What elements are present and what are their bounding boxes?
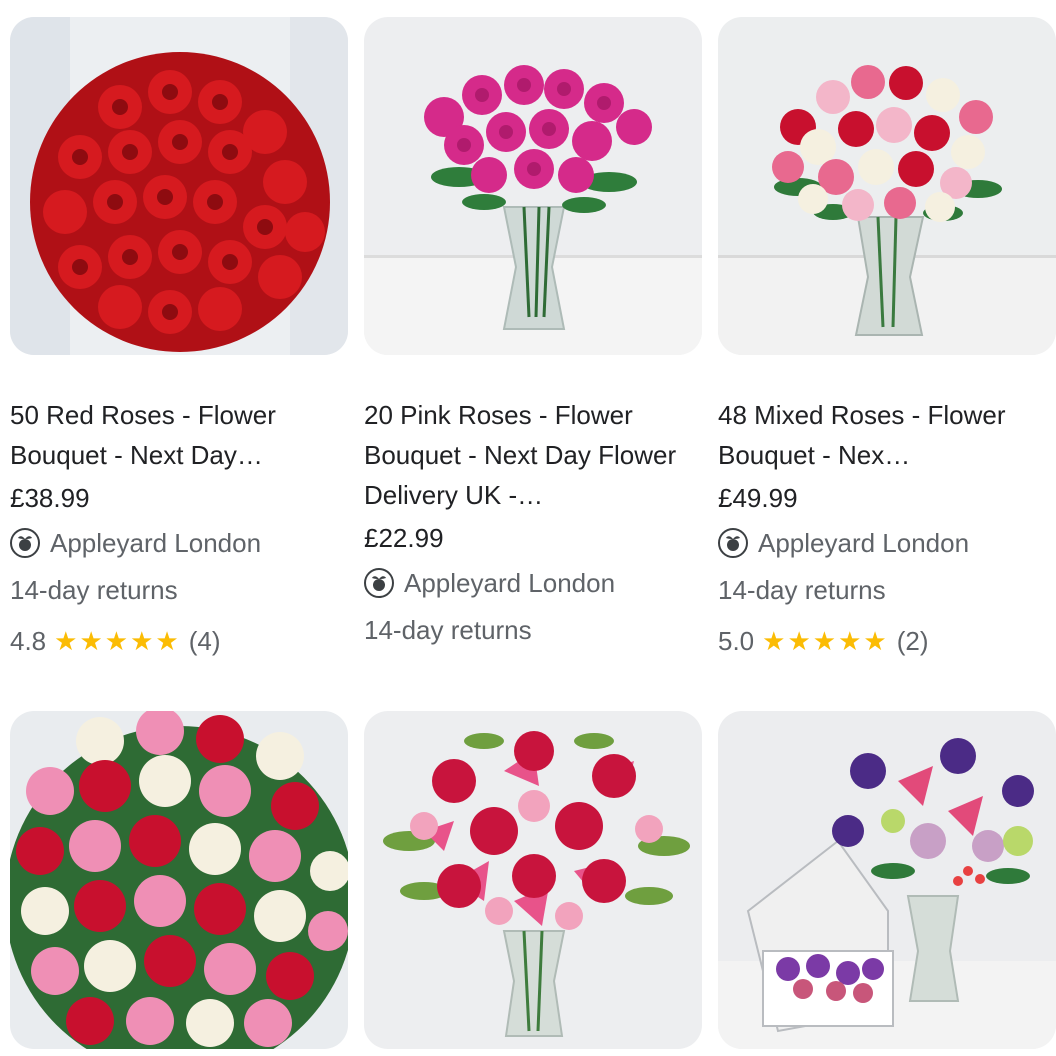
seller-name: Appleyard London bbox=[50, 527, 262, 558]
product-price: £38.99 bbox=[10, 483, 90, 513]
product-card[interactable] bbox=[364, 711, 702, 1049]
seller[interactable]: Appleyard London bbox=[364, 561, 702, 605]
review-count: (4) bbox=[188, 626, 221, 656]
seller-name: Appleyard London bbox=[758, 527, 970, 558]
product-image[interactable] bbox=[718, 17, 1056, 355]
star-rating-icon: ★★★★★ bbox=[762, 626, 889, 656]
lilies-and-roses-vase-image bbox=[364, 711, 702, 1049]
rating[interactable]: 5.0 ★★★★★ (2) bbox=[718, 615, 1056, 667]
returns-policy: 14-day returns bbox=[718, 575, 886, 605]
product-price: £22.99 bbox=[364, 523, 444, 553]
letterbox-flowers-vase-image bbox=[718, 711, 1056, 1049]
seller-logo-icon bbox=[718, 528, 748, 558]
product-image[interactable] bbox=[10, 17, 348, 355]
rating[interactable]: 4.8 ★★★★★ (4) bbox=[10, 615, 348, 667]
product-image[interactable] bbox=[364, 17, 702, 355]
star-rating-icon: ★★★★★ bbox=[54, 626, 181, 656]
rating-value: 5.0 bbox=[718, 626, 755, 656]
pink-red-white-roses-image bbox=[10, 711, 348, 1049]
pink-roses-vase-image bbox=[364, 17, 702, 355]
product-card[interactable]: 20 Pink Roses - Flower Bouquet - Next Da… bbox=[364, 17, 702, 655]
returns-policy: 14-day returns bbox=[10, 575, 178, 605]
product-image[interactable] bbox=[10, 711, 348, 1049]
product-price: £49.99 bbox=[718, 483, 798, 513]
review-count: (2) bbox=[896, 626, 929, 656]
returns-policy: 14-day returns bbox=[364, 615, 532, 645]
product-title[interactable]: 48 Mixed Roses - Flower Bouquet - Nex… bbox=[718, 395, 1056, 475]
product-card[interactable] bbox=[10, 711, 348, 1049]
mixed-roses-vase-image bbox=[718, 17, 1056, 355]
seller[interactable]: Appleyard London bbox=[10, 521, 348, 565]
seller-logo-icon bbox=[364, 568, 394, 598]
seller-name: Appleyard London bbox=[404, 567, 616, 598]
rating-value: 4.8 bbox=[10, 626, 47, 656]
product-card[interactable] bbox=[718, 711, 1056, 1049]
product-title[interactable]: 20 Pink Roses - Flower Bouquet - Next Da… bbox=[364, 395, 702, 515]
product-image[interactable] bbox=[364, 711, 702, 1049]
product-image[interactable] bbox=[718, 711, 1056, 1049]
seller-logo-icon bbox=[10, 528, 40, 558]
product-title[interactable]: 50 Red Roses - Flower Bouquet - Next Day… bbox=[10, 395, 348, 475]
product-card[interactable]: 48 Mixed Roses - Flower Bouquet - Nex… £… bbox=[718, 17, 1056, 667]
seller[interactable]: Appleyard London bbox=[718, 521, 1056, 565]
product-card[interactable]: 50 Red Roses - Flower Bouquet - Next Day… bbox=[10, 17, 348, 667]
red-roses-bouquet-image bbox=[10, 17, 348, 355]
